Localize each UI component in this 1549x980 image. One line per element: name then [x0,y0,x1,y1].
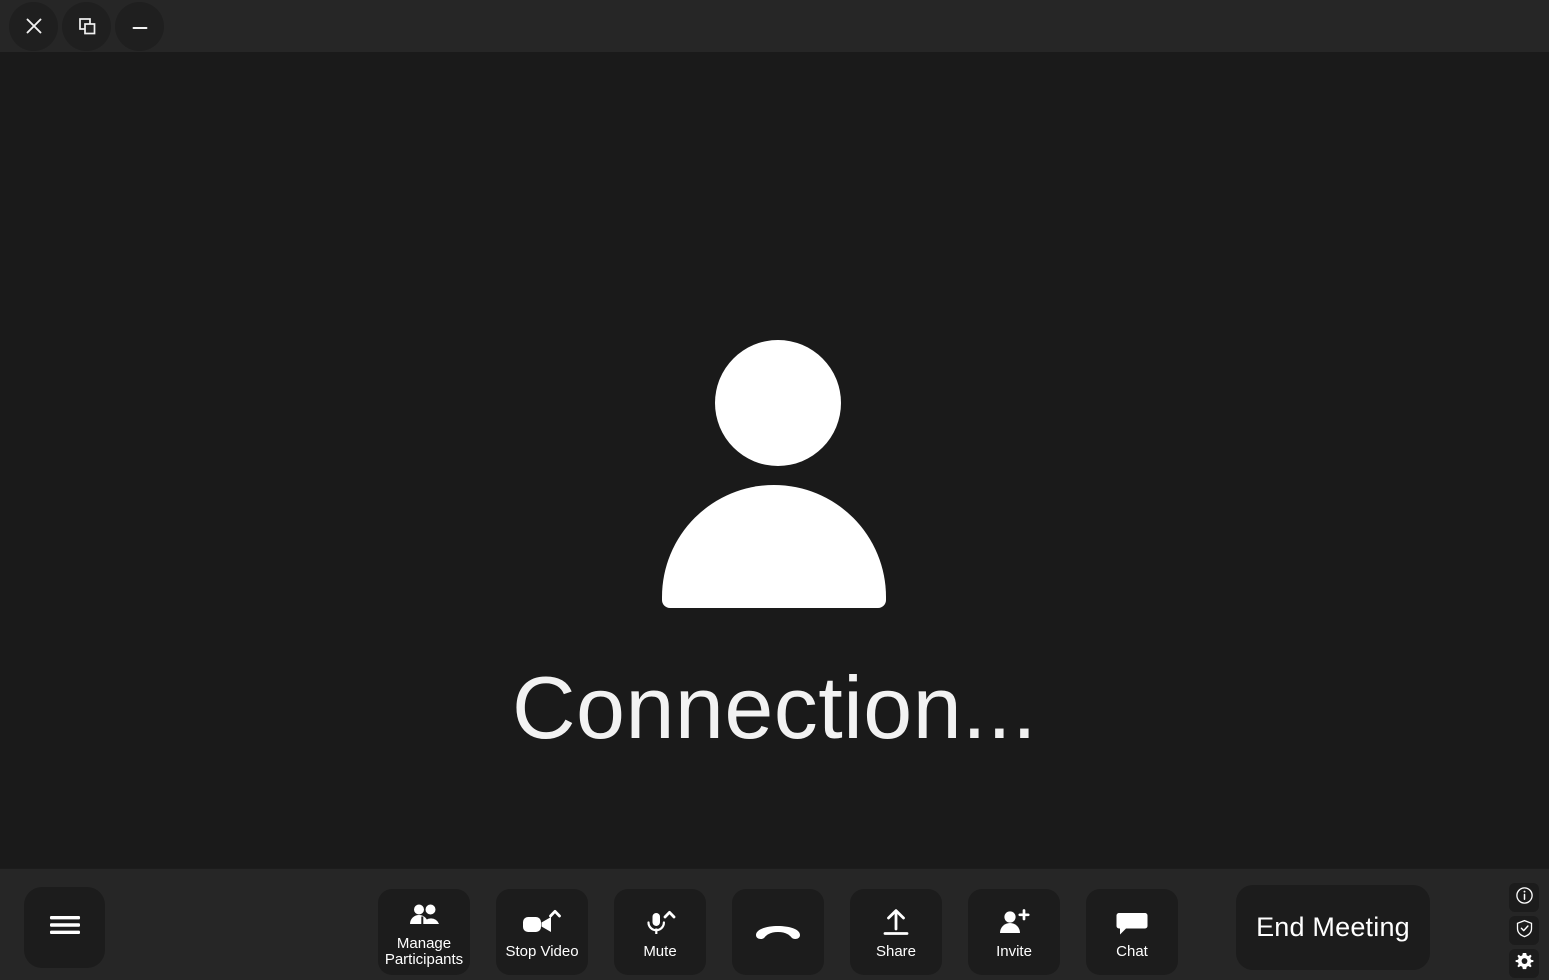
close-icon [23,15,45,37]
settings-button[interactable] [1509,949,1539,978]
end-meeting-label: End Meeting [1256,912,1410,942]
toolbar-left-group [24,887,105,968]
chat-bubble-icon [1115,905,1149,941]
video-camera-icon [521,905,563,941]
minimize-button[interactable] [115,1,164,51]
hangup-button[interactable] [732,889,824,975]
participants-icon [408,897,440,933]
toolbar-center-group: Manage Participants Stop Video Mute Shar… [378,889,1178,975]
microphone-icon [641,905,679,941]
stop-video-button[interactable]: Stop Video [496,889,588,975]
shield-check-icon [1515,919,1534,943]
hamburger-menu-icon [47,911,83,944]
invite-person-plus-icon [997,905,1031,941]
minimize-icon [129,15,151,37]
share-upload-icon [880,905,912,941]
end-meeting-button[interactable]: End Meeting [1236,885,1430,970]
video-stage: Connection... [0,52,1549,868]
invite-label: Invite [996,942,1032,960]
connection-status-text: Connection... [511,658,1038,757]
share-label: Share [875,942,917,960]
avatar-body [662,485,886,608]
manage-participants-button[interactable]: Manage Participants [378,889,470,975]
user-avatar-placeholder-icon [662,340,886,608]
window-titlebar [0,0,1549,52]
avatar-head [715,340,841,466]
share-button[interactable]: Share [850,889,942,975]
hangup-phone-icon [752,918,804,944]
gear-icon [1515,952,1534,976]
mute-label: Mute [643,942,677,960]
chat-button[interactable]: Chat [1086,889,1178,975]
close-button[interactable] [9,1,58,51]
security-button[interactable] [1509,916,1539,945]
mute-button[interactable]: Mute [614,889,706,975]
invite-button[interactable]: Invite [968,889,1060,975]
restore-window-icon [76,15,98,37]
toolbar-utility-group [1509,883,1539,978]
stop-video-label: Stop Video [505,942,579,960]
info-button[interactable] [1509,883,1539,912]
chat-label: Chat [1116,942,1148,960]
menu-button[interactable] [24,887,105,968]
restore-window-button[interactable] [62,1,111,51]
manage-participants-label: Manage Participants [384,934,464,968]
meeting-toolbar: Manage Participants Stop Video Mute Shar… [0,868,1549,980]
info-circle-icon [1515,886,1534,910]
meeting-window: Connection... Manage Participants Stop V… [0,0,1549,980]
